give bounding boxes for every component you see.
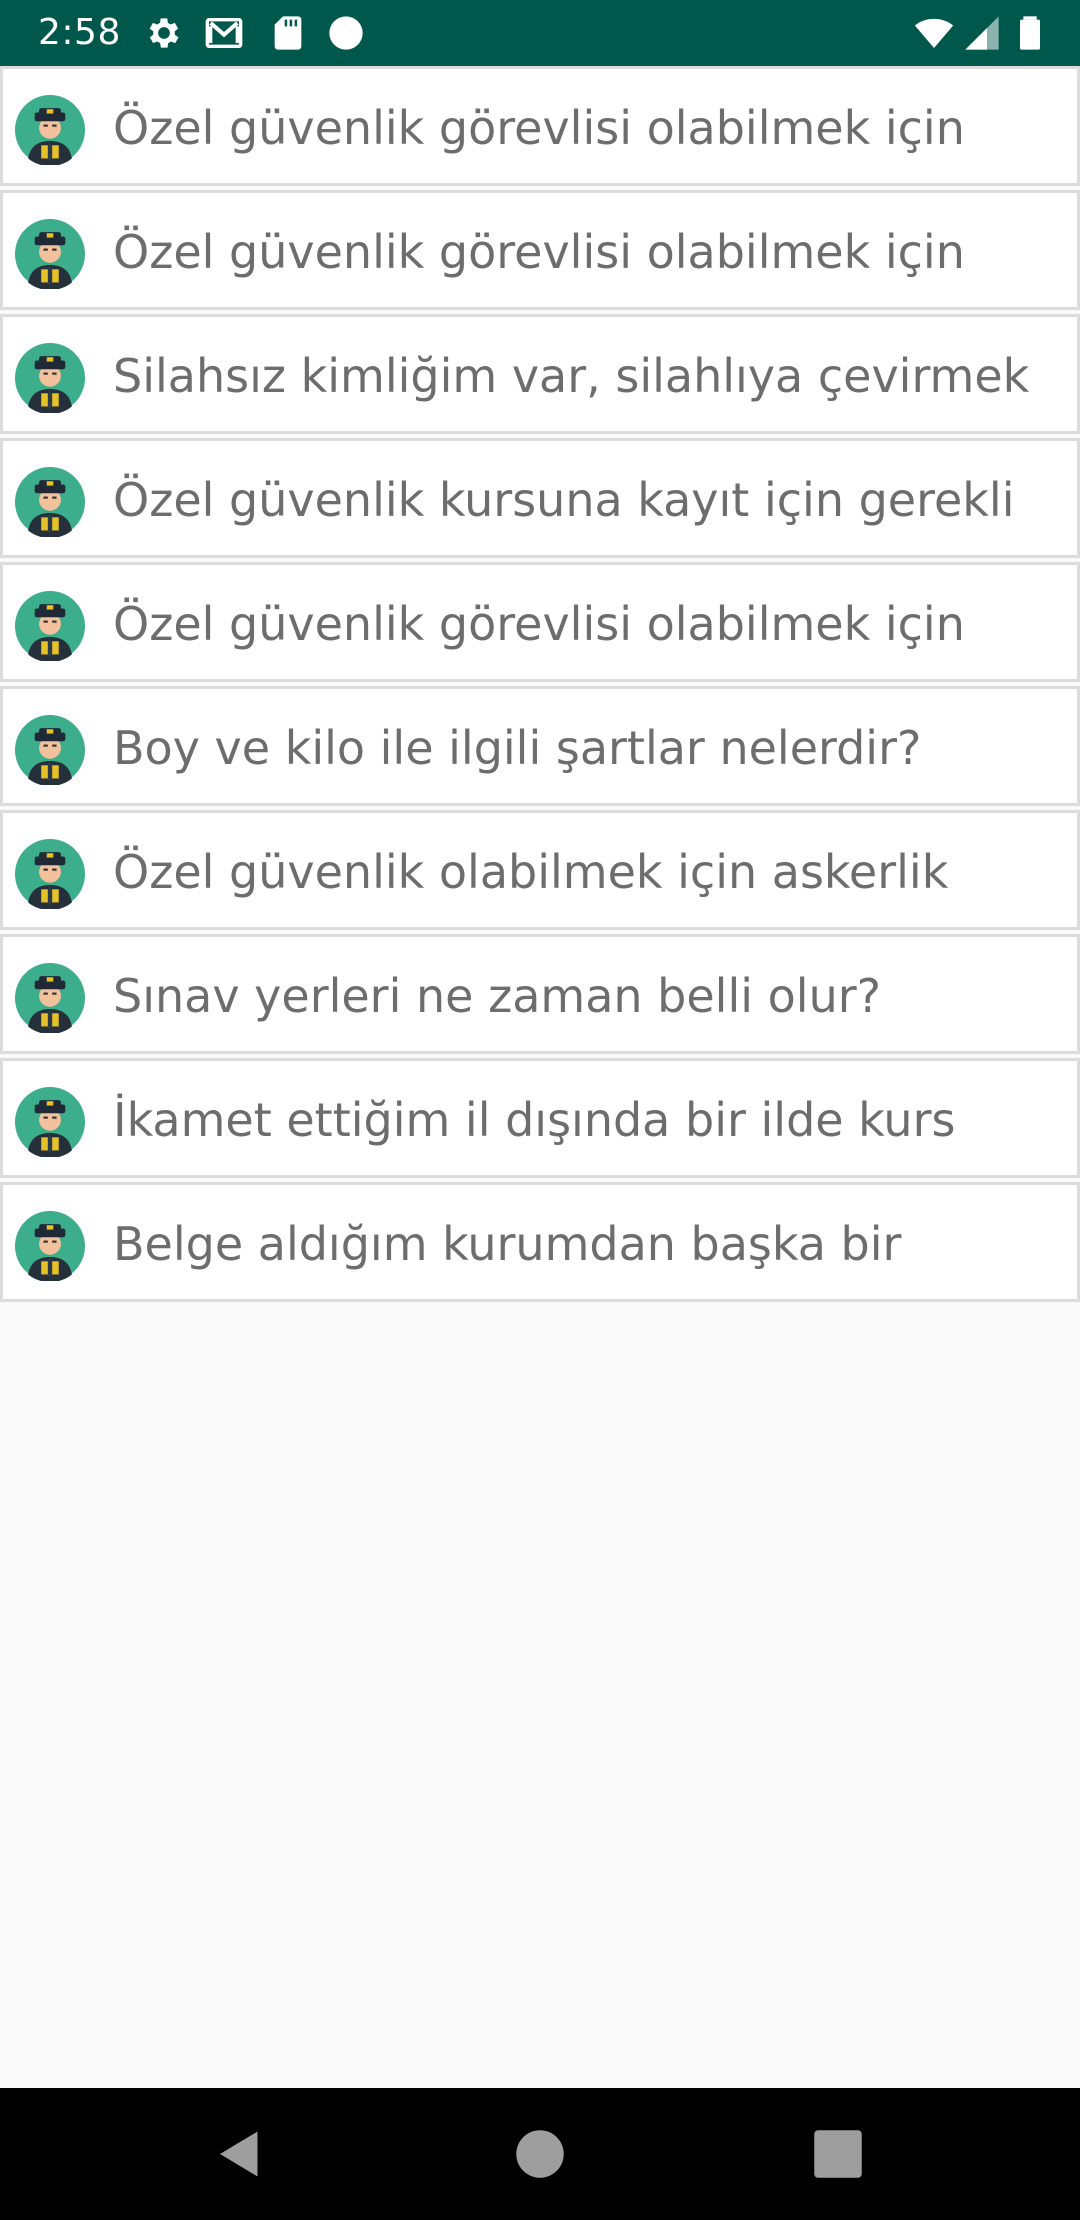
gmail-icon (204, 13, 244, 53)
list-item-label: Boy ve kilo ile ilgili şartlar nelerdir? (113, 721, 922, 775)
sd-card-icon (268, 13, 308, 53)
home-icon[interactable] (510, 2124, 570, 2184)
list-item-label: Sınav yerleri ne zaman belli olur? (113, 969, 882, 1023)
battery-icon (1010, 13, 1050, 53)
list-item[interactable]: Özel güvenlik olabilmek için askerlik (0, 810, 1080, 930)
settings-gear-icon (144, 13, 184, 53)
list-item[interactable]: İkamet ettiğim il dışında bir ilde kurs (0, 1058, 1080, 1178)
list-item[interactable]: Özel güvenlik görevlisi olabilmek için (0, 190, 1080, 310)
list-item[interactable]: Sınav yerleri ne zaman belli olur? (0, 934, 1080, 1054)
list-item[interactable]: Belge aldığım kurumdan başka bir (0, 1182, 1080, 1302)
list-item-label: Belge aldığım kurumdan başka bir (113, 1217, 902, 1271)
security-guard-avatar-icon (15, 591, 85, 661)
circle-notification-icon (326, 13, 366, 53)
security-guard-avatar-icon (15, 839, 85, 909)
security-guard-avatar-icon (15, 715, 85, 785)
list-item[interactable]: Özel güvenlik görevlisi olabilmek için (0, 562, 1080, 682)
recents-icon[interactable] (808, 2124, 868, 2184)
list-item[interactable]: Özel güvenlik görevlisi olabilmek için (0, 66, 1080, 186)
status-time: 2:58 (38, 12, 121, 53)
list-item-label: Özel güvenlik görevlisi olabilmek için (113, 101, 965, 155)
security-guard-avatar-icon (15, 1087, 85, 1157)
list-item[interactable]: Boy ve kilo ile ilgili şartlar nelerdir? (0, 686, 1080, 806)
security-guard-avatar-icon (15, 1211, 85, 1281)
security-guard-avatar-icon (15, 219, 85, 289)
wifi-icon (914, 13, 954, 53)
question-list: Özel güvenlik görevlisi olabilmek için Öz… (0, 66, 1080, 1306)
list-item-label: İkamet ettiğim il dışında bir ilde kurs (113, 1093, 956, 1147)
status-bar: 2:58 (0, 0, 1080, 66)
cell-signal-icon (962, 13, 1002, 53)
list-item-label: Özel güvenlik kursuna kayıt için gerekli (113, 473, 1015, 527)
back-icon[interactable] (210, 2124, 270, 2184)
security-guard-avatar-icon (15, 963, 85, 1033)
security-guard-avatar-icon (15, 343, 85, 413)
security-guard-avatar-icon (15, 95, 85, 165)
list-item[interactable]: Silahsız kimliğim var, silahlıya çevirme… (0, 314, 1080, 434)
security-guard-avatar-icon (15, 467, 85, 537)
navigation-bar (0, 2088, 1080, 2220)
list-item[interactable]: Özel güvenlik kursuna kayıt için gerekli (0, 438, 1080, 558)
list-item-label: Özel güvenlik görevlisi olabilmek için (113, 597, 965, 651)
list-item-label: Özel güvenlik olabilmek için askerlik (113, 845, 949, 899)
list-item-label: Özel güvenlik görevlisi olabilmek için (113, 225, 965, 279)
list-item-label: Silahsız kimliğim var, silahlıya çevirme… (113, 349, 1030, 403)
